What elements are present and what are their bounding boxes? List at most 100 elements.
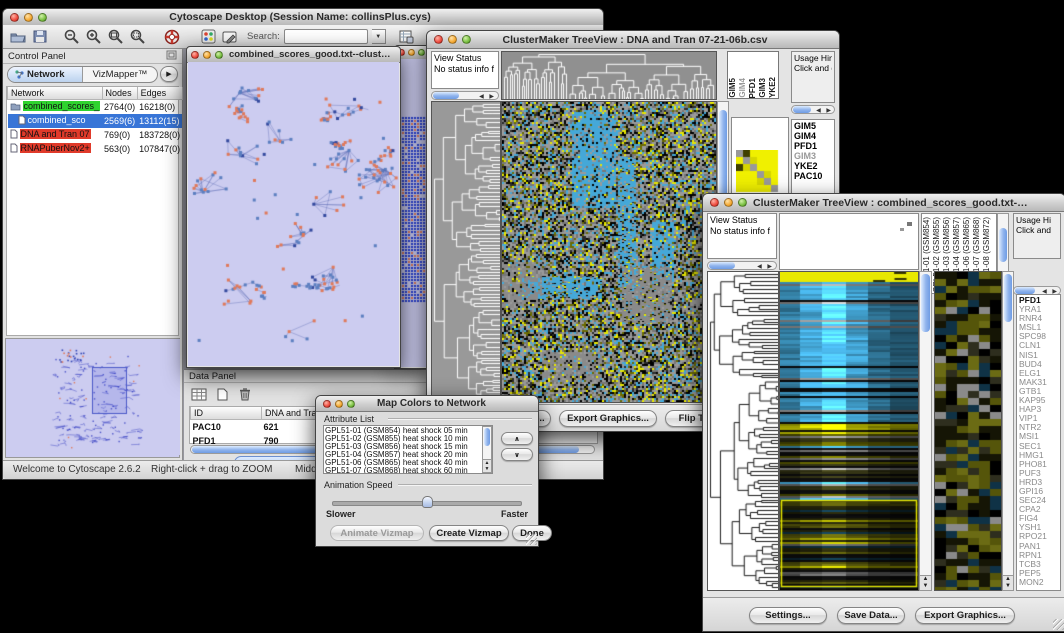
save-session-icon[interactable]: [31, 28, 49, 46]
network-row-dna-tran[interactable]: DNA and Tran 07 769(0) 183728(0): [8, 128, 183, 142]
gene-label[interactable]: SPC98: [1019, 332, 1058, 341]
gene-label[interactable]: YKE2: [794, 161, 832, 171]
tv2-heat-vscrollbar[interactable]: ▲▼: [919, 271, 932, 591]
tab-network[interactable]: Network: [8, 67, 83, 82]
move-up-button[interactable]: ∧: [501, 432, 533, 445]
minimize-button[interactable]: [408, 49, 415, 56]
tv2-export-graphics-button[interactable]: Export Graphics...: [915, 607, 1015, 624]
zoom-selected-icon[interactable]: [129, 28, 147, 46]
gene-label[interactable]: RPO21: [1019, 532, 1058, 541]
close-button[interactable]: [191, 51, 199, 59]
gene-label[interactable]: NTR2: [1019, 423, 1058, 432]
annotation-icon[interactable]: [221, 28, 239, 46]
minimize-button[interactable]: [24, 13, 33, 22]
gene-label[interactable]: BUD4: [1019, 360, 1058, 369]
gene-label[interactable]: MSL1: [1019, 323, 1058, 332]
network-row-combined-sco-selected[interactable]: combined_sco 2569(6) 13112(15): [8, 114, 183, 128]
zoom-button[interactable]: [38, 13, 47, 22]
gene-label[interactable]: GTB1: [1019, 387, 1058, 396]
gene-label[interactable]: GPI16: [1019, 487, 1058, 496]
tv1-similarity-matrix[interactable]: [736, 150, 780, 194]
network-overview-panel[interactable]: [5, 338, 180, 458]
gene-label[interactable]: MSI1: [1019, 432, 1058, 441]
minimize-button[interactable]: [335, 400, 343, 408]
tv2-zoom-heatmap[interactable]: [934, 271, 1002, 591]
tv1-export-graphics-button[interactable]: Export Graphics...: [559, 410, 657, 427]
gene-label[interactable]: PAN1: [1019, 542, 1058, 551]
delete-attribute-icon[interactable]: [236, 385, 254, 403]
network-overview-canvas[interactable]: [6, 339, 180, 455]
zoom-fit-icon[interactable]: [107, 28, 125, 46]
attribute-item[interactable]: GPL51-02 (GSM855) heat shock 10 min: [325, 435, 481, 443]
gene-label[interactable]: NIS1: [1019, 351, 1058, 360]
resize-grip[interactable]: [526, 534, 537, 545]
network-row-rnapuber[interactable]: RNAPuberNov2+ 563(0) 107847(0): [8, 142, 183, 156]
animation-speed-slider[interactable]: [332, 496, 522, 508]
gene-label[interactable]: PFD1: [1019, 296, 1058, 305]
attribute-item[interactable]: GPL51-04 (GSM857) heat shock 20 min: [325, 451, 481, 459]
gene-label[interactable]: MAK31: [1019, 378, 1058, 387]
main-titlebar[interactable]: Cytoscape Desktop (Session Name: collins…: [3, 9, 603, 26]
help-icon[interactable]: [163, 28, 181, 46]
gene-label[interactable]: KAP95: [1019, 396, 1058, 405]
gene-label[interactable]: GIM5: [794, 121, 832, 131]
zoom-out-icon[interactable]: [63, 28, 81, 46]
tv1-column-dendrogram[interactable]: [501, 51, 717, 100]
gene-label[interactable]: MON2: [1019, 578, 1058, 587]
gene-label[interactable]: HRD3: [1019, 478, 1058, 487]
tab-vizmapper[interactable]: VizMapper™: [83, 67, 157, 82]
gene-label[interactable]: YRA1: [1019, 305, 1058, 314]
gene-label[interactable]: PAC10: [794, 171, 832, 181]
attribute-item[interactable]: GPL51-06 (GSM865) heat shock 40 min: [325, 459, 481, 467]
tab-more-button[interactable]: ▶: [160, 66, 178, 82]
vizmapper-icon[interactable]: [199, 28, 217, 46]
resize-grip[interactable]: [1053, 619, 1064, 630]
network-canvas[interactable]: [188, 62, 399, 366]
gene-label[interactable]: PHO81: [1019, 460, 1058, 469]
tv2-heatmap[interactable]: [779, 271, 919, 591]
gene-label[interactable]: VIP1: [1019, 414, 1058, 423]
close-button[interactable]: [710, 198, 719, 207]
gene-label[interactable]: GIM3: [794, 151, 832, 161]
gene-label[interactable]: PEP5: [1019, 569, 1058, 578]
gene-label[interactable]: SEC1: [1019, 442, 1058, 451]
minimize-button[interactable]: [203, 51, 211, 59]
tv2-row-dendrogram[interactable]: [707, 271, 779, 591]
tv1-heatmap[interactable]: [501, 101, 717, 403]
tv2-save-data-button[interactable]: Save Data...: [837, 607, 905, 624]
attribute-item[interactable]: GPL51-07 (GSM868) heat shock 60 min: [325, 467, 481, 474]
float-panel-icon[interactable]: [166, 47, 177, 65]
zoom-button[interactable]: [462, 35, 471, 44]
close-button[interactable]: [323, 400, 331, 408]
zoom-button[interactable]: [738, 198, 747, 207]
minimize-button[interactable]: [448, 35, 457, 44]
tv1-usage-scrollbar[interactable]: ◀ ▶: [791, 105, 835, 114]
gene-label[interactable]: CPA2: [1019, 505, 1058, 514]
slider-thumb[interactable]: [422, 496, 433, 508]
gene-label[interactable]: PUF3: [1019, 469, 1058, 478]
attribute-item[interactable]: GPL51-01 (GSM854) heat shock 05 min: [325, 427, 481, 435]
minimize-button[interactable]: [724, 198, 733, 207]
gene-label[interactable]: PFD1: [794, 141, 832, 151]
animate-vizmap-button[interactable]: Animate Vizmap: [330, 525, 424, 541]
select-attributes-icon[interactable]: [190, 385, 208, 403]
gene-label[interactable]: CLN1: [1019, 341, 1058, 350]
attribute-browser-icon[interactable]: [398, 28, 416, 46]
move-down-button[interactable]: ∨: [501, 448, 533, 461]
gene-label[interactable]: RNR4: [1019, 314, 1058, 323]
tv2-zoom-vscrollbar[interactable]: ▲▼: [1002, 271, 1014, 591]
gene-label[interactable]: RPN1: [1019, 551, 1058, 560]
search-input[interactable]: [284, 29, 368, 44]
attribute-list-scrollbar[interactable]: ▲▼: [482, 426, 492, 473]
open-session-icon[interactable]: [9, 28, 27, 46]
attribute-item[interactable]: GPL51-03 (GSM856) heat shock 15 min: [325, 443, 481, 451]
close-button[interactable]: [434, 35, 443, 44]
tv1-row-dendrogram[interactable]: [431, 101, 501, 403]
network-row-combined-scores[interactable]: combined_scores_ 2764(0) 16218(0): [8, 100, 183, 115]
tv2-settings-button[interactable]: Settings...: [749, 607, 827, 624]
gene-label[interactable]: GIM4: [794, 131, 832, 141]
gene-label[interactable]: HMG1: [1019, 451, 1058, 460]
gene-label[interactable]: ELG1: [1019, 369, 1058, 378]
gene-label[interactable]: FIG4: [1019, 514, 1058, 523]
attribute-listbox[interactable]: GPL51-01 (GSM854) heat shock 05 minGPL51…: [323, 425, 493, 474]
